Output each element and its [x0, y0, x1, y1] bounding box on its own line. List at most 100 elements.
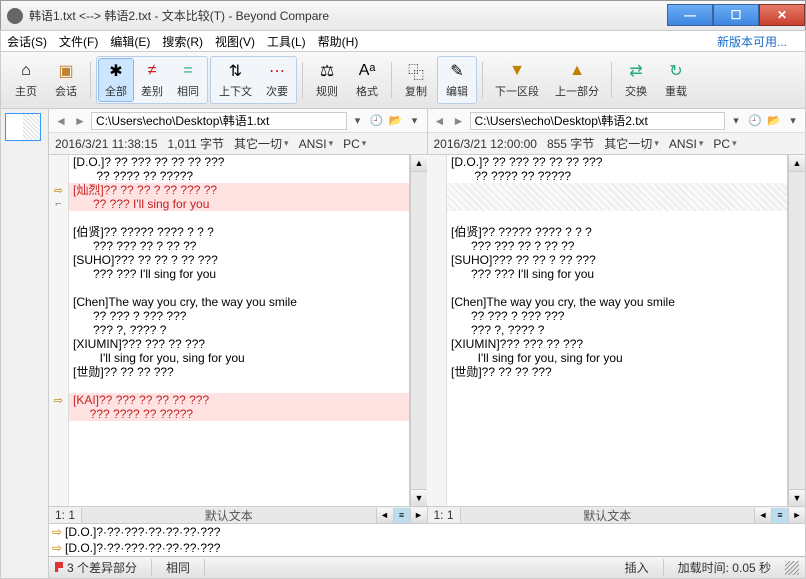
edit-group: ✎编辑 — [437, 56, 477, 104]
menu-session[interactable]: 会话(S) — [7, 33, 47, 50]
text-line[interactable]: ??? ??? ?? ? ?? ?? — [447, 239, 787, 253]
text-line[interactable]: ?? ??? ? ??? ??? — [69, 309, 409, 323]
text-line[interactable]: [Chen]The way you cry, the way you smile — [69, 295, 409, 309]
right-other-combo[interactable]: 其它一切▾ — [604, 135, 659, 152]
text-line[interactable]: I'll sing for you, sing for you — [69, 351, 409, 365]
swap-button[interactable]: ⇄交换 — [617, 58, 655, 102]
left-text-pane[interactable]: [D.O.]? ?? ??? ?? ?? ?? ??? ?? ???? ?? ?… — [69, 155, 410, 506]
right-encoding-combo[interactable]: ANSI▾ — [669, 137, 704, 151]
text-line[interactable]: [D.O.]? ?? ??? ?? ?? ?? ??? — [447, 155, 787, 169]
menu-tools[interactable]: 工具(L) — [267, 33, 306, 50]
dropdown-icon[interactable]: ▾ — [785, 113, 801, 129]
left-encoding-combo[interactable]: ANSI▾ — [299, 137, 334, 151]
text-line[interactable] — [447, 197, 787, 211]
text-line[interactable] — [447, 183, 787, 197]
left-scrollbar[interactable]: ▲▼ — [410, 155, 427, 506]
text-line[interactable]: [KAI]?? ??? ?? ?? ?? ??? — [69, 393, 409, 407]
down-arrow-icon: ▼ — [507, 61, 527, 81]
reload-icon: ↻ — [666, 61, 686, 81]
text-line[interactable]: ??? ??? ?? ? ?? ?? — [69, 239, 409, 253]
filter-group: ✱全部 ≠差别 =相同 — [96, 56, 208, 104]
minimize-button[interactable]: — — [667, 4, 713, 26]
context-button[interactable]: ⇅上下文 — [212, 58, 259, 102]
open-folder-icon[interactable]: 📂 — [388, 113, 404, 129]
text-line[interactable]: ??? ???? ?? ????? — [69, 407, 409, 421]
dropdown-icon[interactable]: ▾ — [728, 113, 744, 129]
history-icon[interactable]: 🕘 — [747, 113, 763, 129]
text-line[interactable] — [69, 281, 409, 295]
left-hscroll[interactable]: 1: 1 默认文本 ◄≡► — [49, 506, 428, 523]
text-line[interactable]: ??? ??? I'll sing for you — [447, 267, 787, 281]
right-hscroll[interactable]: 1: 1 默认文本 ◄≡► — [428, 506, 806, 523]
right-text-pane[interactable]: [D.O.]? ?? ??? ?? ?? ?? ??? ?? ???? ?? ?… — [447, 155, 788, 506]
back-icon[interactable]: ◄ — [432, 113, 448, 129]
forward-icon[interactable]: ► — [72, 113, 88, 129]
right-path-input[interactable] — [470, 112, 726, 130]
rules-icon: ⚖ — [317, 61, 337, 81]
right-platform-combo[interactable]: PC▾ — [713, 137, 736, 151]
left-path-bar: ◄ ► ▾ 🕘 📂 ▾ — [49, 109, 428, 133]
text-line[interactable]: ??? ?, ???? ? — [447, 323, 787, 337]
text-line[interactable]: [伯贤]?? ????? ???? ? ? ? — [447, 225, 787, 239]
session-button[interactable]: ▣会话 — [47, 58, 85, 102]
edit-button[interactable]: ✎编辑 — [439, 58, 475, 102]
prev-section-button[interactable]: ▲上一部分 — [548, 58, 606, 102]
dropdown-icon[interactable]: ▾ — [350, 113, 366, 129]
format-button[interactable]: Aᵃ格式 — [348, 58, 386, 102]
dropdown-icon[interactable]: ▾ — [407, 113, 423, 129]
open-folder-icon[interactable]: 📂 — [766, 113, 782, 129]
text-line[interactable] — [447, 211, 787, 225]
left-other-combo[interactable]: 其它一切▾ — [234, 135, 289, 152]
menu-file[interactable]: 文件(F) — [59, 33, 98, 50]
detail-line: ⇨[D.O.]?·??·???·??·??·??·??? — [49, 540, 805, 556]
text-line[interactable] — [69, 211, 409, 225]
text-line[interactable]: ?? ??? I'll sing for you — [69, 197, 409, 211]
text-line[interactable] — [447, 281, 787, 295]
thumbnail[interactable] — [5, 113, 41, 141]
text-line[interactable]: [XIUMIN]??? ??? ?? ??? — [447, 337, 787, 351]
text-line[interactable]: [世勋]?? ?? ?? ??? — [69, 365, 409, 379]
text-line[interactable]: [伯贤]?? ????? ???? ? ? ? — [69, 225, 409, 239]
close-button[interactable]: ✕ — [759, 4, 805, 26]
up-arrow-icon: ▲ — [567, 61, 587, 81]
menu-help[interactable]: 帮助(H) — [318, 33, 359, 50]
all-button[interactable]: ✱全部 — [98, 58, 134, 102]
history-icon[interactable]: 🕘 — [369, 113, 385, 129]
text-line[interactable]: I'll sing for you, sing for you — [447, 351, 787, 365]
rules-button[interactable]: ⚖规则 — [308, 58, 346, 102]
text-line[interactable]: [Chen]The way you cry, the way you smile — [447, 295, 787, 309]
text-line[interactable]: [XIUMIN]??? ??? ?? ??? — [69, 337, 409, 351]
reload-button[interactable]: ↻重载 — [657, 58, 695, 102]
text-line[interactable]: ??? ?, ???? ? — [69, 323, 409, 337]
update-link[interactable]: 新版本可用... — [717, 33, 787, 50]
text-line[interactable]: [SUHO]??? ?? ?? ? ?? ??? — [447, 253, 787, 267]
text-line[interactable]: ?? ???? ?? ????? — [69, 169, 409, 183]
text-line[interactable]: [D.O.]? ?? ??? ?? ?? ?? ??? — [69, 155, 409, 169]
minor-button[interactable]: ⋯次要 — [259, 58, 295, 102]
text-line[interactable]: [灿烈]?? ?? ?? ? ?? ??? ?? — [69, 183, 409, 197]
maximize-button[interactable]: ☐ — [713, 4, 759, 26]
same-button[interactable]: =相同 — [170, 58, 206, 102]
left-size: 1,011 字节 — [168, 135, 224, 152]
left-platform-combo[interactable]: PC▾ — [343, 137, 366, 151]
menu-edit[interactable]: 编辑(E) — [110, 33, 150, 50]
left-path-input[interactable] — [91, 112, 347, 130]
text-line[interactable]: ?? ??? ? ??? ??? — [447, 309, 787, 323]
text-line[interactable]: [SUHO]??? ?? ?? ? ?? ??? — [69, 253, 409, 267]
diffs-button[interactable]: ≠差别 — [134, 58, 170, 102]
forward-icon[interactable]: ► — [451, 113, 467, 129]
text-line[interactable] — [69, 379, 409, 393]
next-section-button[interactable]: ▼下一区段 — [488, 58, 546, 102]
text-line[interactable]: ?? ???? ?? ????? — [447, 169, 787, 183]
text-line[interactable]: [世勋]?? ?? ?? ??? — [447, 365, 787, 379]
right-scrollbar[interactable]: ▲▼ — [788, 155, 805, 506]
not-equal-icon: ≠ — [142, 61, 162, 81]
menu-search[interactable]: 搜索(R) — [162, 33, 203, 50]
menu-view[interactable]: 视图(V) — [215, 33, 255, 50]
copy-button[interactable]: ⿻复制 — [397, 58, 435, 102]
home-button[interactable]: ⌂主页 — [7, 58, 45, 102]
right-size: 855 字节 — [547, 135, 594, 152]
resize-grip-icon[interactable] — [785, 561, 799, 575]
back-icon[interactable]: ◄ — [53, 113, 69, 129]
text-line[interactable]: ??? ??? I'll sing for you — [69, 267, 409, 281]
